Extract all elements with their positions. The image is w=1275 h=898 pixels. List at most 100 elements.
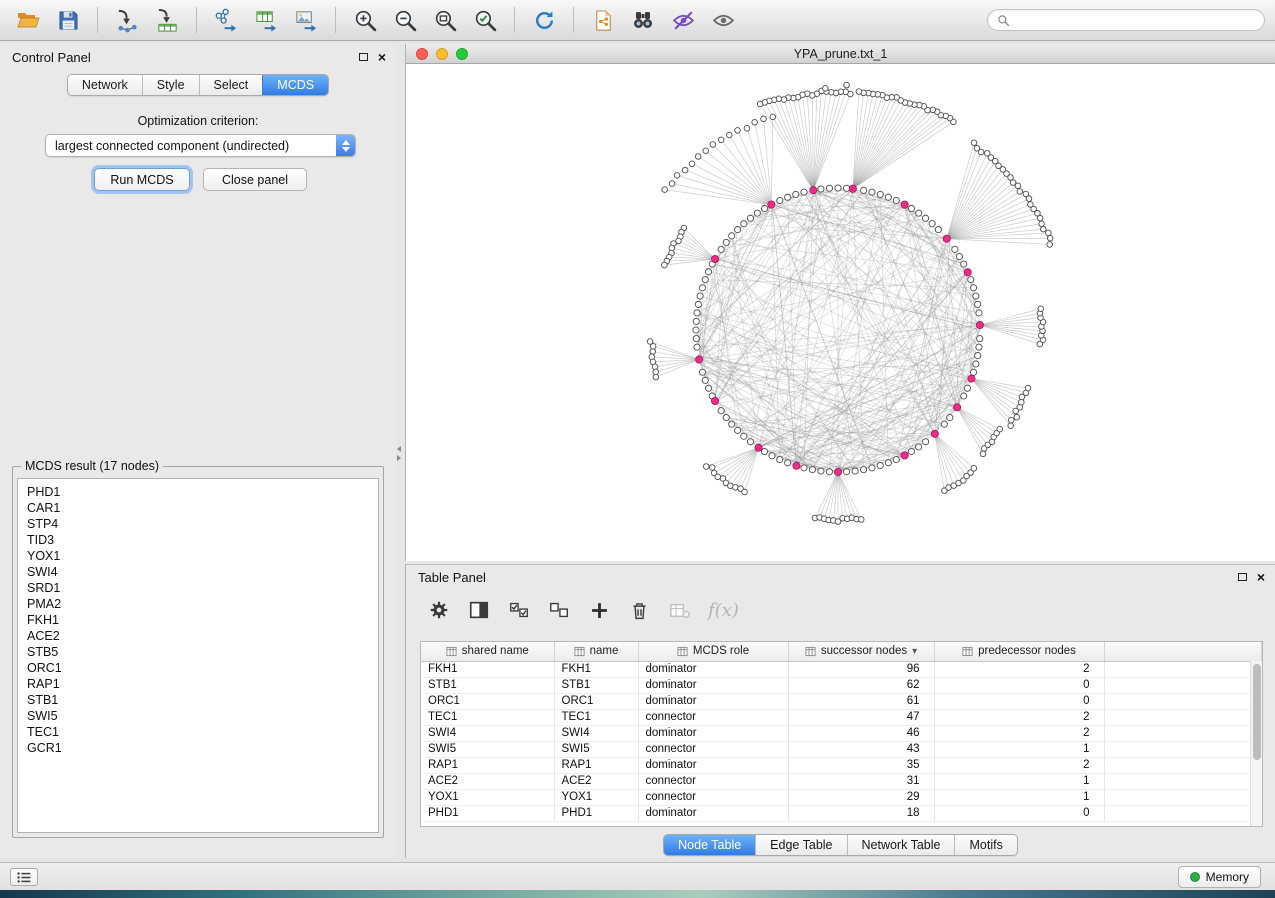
export-table-icon — [254, 8, 279, 33]
save-button[interactable] — [50, 3, 86, 37]
criterion-dropdown[interactable]: largest connected component (undirected) — [45, 134, 356, 157]
network-graph[interactable] — [406, 64, 1274, 561]
export-network-button[interactable] — [208, 3, 244, 37]
mcds-result-item[interactable]: CAR1 — [27, 500, 369, 516]
network-canvas[interactable] — [406, 64, 1275, 561]
node-table-grid: shared name name — [421, 642, 1262, 822]
zoom-fit-button[interactable] — [427, 3, 463, 37]
tab-style[interactable]: Style — [142, 75, 199, 95]
mcds-result-item[interactable]: TEC1 — [27, 724, 369, 740]
table-cell: 0 — [934, 805, 1104, 821]
document-share-icon — [592, 9, 615, 32]
column-header-successor-nodes[interactable]: successor nodes ▾ — [788, 642, 934, 661]
zoom-selected-button[interactable] — [467, 3, 503, 37]
mcds-result-item[interactable]: ACE2 — [27, 628, 369, 644]
table-row[interactable]: TEC1TEC1connector472 — [421, 709, 1262, 725]
tab-node-table[interactable]: Node Table — [664, 835, 755, 855]
search-box[interactable] — [987, 9, 1265, 31]
tab-motifs[interactable]: Motifs — [954, 835, 1016, 855]
sort-desc-icon[interactable]: ▾ — [912, 646, 917, 657]
mcds-result-item[interactable]: SWI4 — [27, 564, 369, 580]
mcds-result-item[interactable]: PMA2 — [27, 596, 369, 612]
open-folder-icon — [15, 8, 41, 32]
table-cell-filler — [1104, 757, 1262, 773]
function-builder-button[interactable]: f(x) — [704, 600, 743, 621]
close-table-panel-icon[interactable]: × — [1257, 572, 1265, 582]
add-column-button[interactable] — [584, 595, 614, 625]
tab-mcds[interactable]: MCDS — [262, 75, 328, 95]
mcds-result-title: MCDS result (17 nodes) — [21, 459, 163, 473]
mcds-result-item[interactable]: TID3 — [27, 532, 369, 548]
zoom-in-button[interactable] — [347, 3, 383, 37]
mcds-result-item[interactable]: YOX1 — [27, 548, 369, 564]
float-panel-icon[interactable] — [359, 53, 368, 61]
mcds-result-item[interactable]: SRD1 — [27, 580, 369, 596]
mcds-result-item[interactable]: STP4 — [27, 516, 369, 532]
close-panel-button[interactable]: Close panel — [203, 168, 307, 191]
show-all-button[interactable] — [705, 3, 741, 37]
search-binoculars-button[interactable] — [625, 3, 661, 37]
table-row[interactable]: RAP1RAP1dominator352 — [421, 757, 1262, 773]
network-window: YPA_prune.txt_1 — [405, 44, 1275, 561]
toolbar-separator — [97, 7, 98, 33]
tab-select[interactable]: Select — [199, 75, 263, 95]
table-row[interactable]: SWI5SWI5connector431 — [421, 741, 1262, 757]
mcds-result-list[interactable]: PHD1CAR1STP4TID3YOX1SWI4SRD1PMA2FKH1ACE2… — [17, 478, 379, 833]
column-header-name[interactable]: name — [554, 642, 638, 661]
tab-network[interactable]: Network — [68, 75, 142, 95]
mcds-result-item[interactable]: PHD1 — [27, 484, 369, 500]
table-row[interactable]: SWI4SWI4dominator462 — [421, 725, 1262, 741]
table-row[interactable]: PHD1PHD1dominator180 — [421, 805, 1262, 821]
import-table-button[interactable] — [149, 3, 185, 37]
panel-splitter[interactable] — [396, 44, 405, 858]
document-share-button[interactable] — [585, 3, 621, 37]
select-all-rows-button[interactable] — [504, 595, 534, 625]
float-table-panel-icon[interactable] — [1238, 573, 1247, 581]
search-input[interactable] — [1015, 13, 1255, 27]
mcds-result-item[interactable]: FKH1 — [27, 612, 369, 628]
delete-table-button-disabled[interactable] — [664, 595, 694, 625]
export-table-button[interactable] — [248, 3, 284, 37]
export-image-button[interactable] — [288, 3, 324, 37]
deselect-all-rows-button[interactable] — [544, 595, 574, 625]
memory-button[interactable]: Memory — [1178, 866, 1261, 888]
column-header-mcds-role[interactable]: MCDS role — [638, 642, 788, 661]
task-history-button[interactable] — [10, 868, 38, 886]
network-window-titlebar[interactable]: YPA_prune.txt_1 — [406, 44, 1275, 64]
column-header-predecessor-nodes[interactable]: predecessor nodes — [934, 642, 1104, 661]
tab-edge-table[interactable]: Edge Table — [755, 835, 846, 855]
delete-column-button[interactable] — [624, 595, 654, 625]
column-header-shared-name[interactable]: shared name — [421, 642, 554, 661]
import-network-button[interactable] — [109, 3, 145, 37]
table-row[interactable]: STB1STB1dominator620 — [421, 677, 1262, 693]
mcds-result-item[interactable]: STB5 — [27, 644, 369, 660]
table-row[interactable]: ACE2ACE2connector311 — [421, 773, 1262, 789]
table-row[interactable]: ORC1ORC1dominator610 — [421, 693, 1262, 709]
column-label: successor nodes — [821, 645, 907, 657]
open-folder-button[interactable] — [10, 3, 46, 37]
refresh-button[interactable] — [526, 3, 562, 37]
mcds-result-item[interactable]: ORC1 — [27, 660, 369, 676]
table-row[interactable]: YOX1YOX1connector291 — [421, 789, 1262, 805]
table-cell: 2 — [934, 661, 1104, 677]
table-cell-filler — [1104, 805, 1262, 821]
mcds-result-item[interactable]: SWI5 — [27, 708, 369, 724]
zoom-out-button[interactable] — [387, 3, 423, 37]
splitter-arrows-icon[interactable] — [397, 446, 401, 461]
table-cell-filler — [1104, 693, 1262, 709]
table-scrollbar[interactable] — [1250, 661, 1262, 826]
table-row[interactable]: FKH1FKH1dominator962 — [421, 661, 1262, 677]
table-settings-button[interactable] — [424, 595, 454, 625]
close-panel-icon[interactable]: × — [378, 52, 386, 62]
table-cell: connector — [638, 741, 788, 757]
hide-unselected-button[interactable] — [665, 3, 701, 37]
column-grid-icon — [962, 646, 973, 657]
tab-network-table[interactable]: Network Table — [847, 835, 955, 855]
mcds-result-item[interactable]: GCR1 — [27, 740, 369, 756]
show-columns-button[interactable] — [464, 595, 494, 625]
mcds-result-item[interactable]: RAP1 — [27, 676, 369, 692]
mcds-result-item[interactable]: STB1 — [27, 692, 369, 708]
node-table-body: FKH1FKH1dominator962STB1STB1dominator620… — [421, 661, 1262, 821]
run-mcds-button[interactable]: Run MCDS — [94, 168, 190, 191]
table-scrollbar-thumb[interactable] — [1253, 664, 1261, 760]
